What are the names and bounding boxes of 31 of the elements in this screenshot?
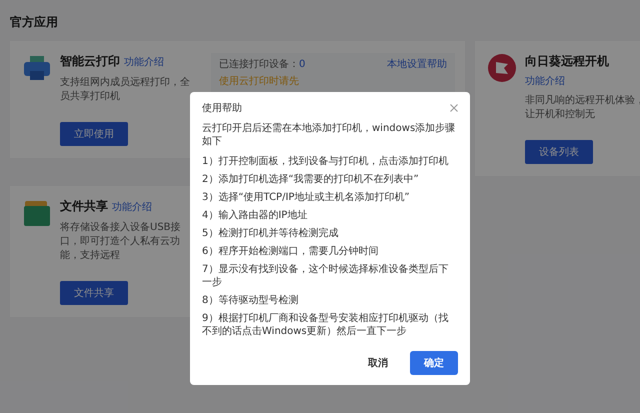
step-text: 7）显示没有找到设备，这个时候选择标准设备类型后下一步 xyxy=(202,263,450,289)
app-title: 智能云打印 xyxy=(60,53,120,70)
step-text: 6）程序开始检测端口，需要几分钟时间 xyxy=(202,245,380,258)
step-text: 5）检测打印机并等待检测完成 xyxy=(202,227,340,240)
status-label: 已连接打印设备：0 xyxy=(219,58,306,71)
step-text: 9）根据打印机厂商和设备型号安装相应打印机驱动（找不到的话点击Windows更新）然后一直下一步 xyxy=(202,312,450,338)
flag-icon xyxy=(487,53,517,83)
folder-icon xyxy=(22,198,52,228)
confirm-button[interactable]: 确定 xyxy=(410,351,458,375)
feature-link[interactable]: 功能介绍 xyxy=(124,55,164,69)
notice-text: 使用云打印时请先 xyxy=(219,74,300,88)
step-text: 8）等待驱动型号检测 xyxy=(202,294,300,307)
step-text: 1）打开控制面板，找到设备与打印机，点击添加打印机 xyxy=(202,155,450,168)
feature-link[interactable]: 功能介绍 xyxy=(525,74,565,88)
app-button[interactable]: 立即使用 xyxy=(60,122,128,146)
app-description: 支持组网内成员远程打印，全员共享打印机 xyxy=(60,76,191,104)
app-button[interactable]: 设备列表 xyxy=(525,140,593,164)
step-text: 2）添加打印机选择“我需要的打印机不在列表中” xyxy=(202,173,420,186)
step-text: 4）输入路由器的IP地址 xyxy=(202,209,308,222)
close-icon[interactable] xyxy=(450,104,458,112)
app-description: 将存储设备接入设备USB接口，即可打造个人私有云功能，支持远程 xyxy=(60,221,182,263)
step-text: 3）选择“使用TCP/IP地址或主机名添加打印机” xyxy=(202,191,411,204)
app-title: 文件共享 xyxy=(60,198,108,215)
intro-text: 云打印开启后还需在本地添加打印机，windows添加步骤如下 xyxy=(202,122,456,148)
feature-link[interactable]: 功能介绍 xyxy=(112,200,152,214)
section-title: 官方应用 xyxy=(10,14,59,31)
printer-icon xyxy=(22,53,52,83)
app-title: 向日葵远程开机 xyxy=(525,53,609,70)
app-button[interactable]: 文件共享 xyxy=(60,281,128,305)
help-link[interactable]: 本地设置帮助 xyxy=(387,57,447,71)
dialog-title: 使用帮助 xyxy=(202,102,242,115)
